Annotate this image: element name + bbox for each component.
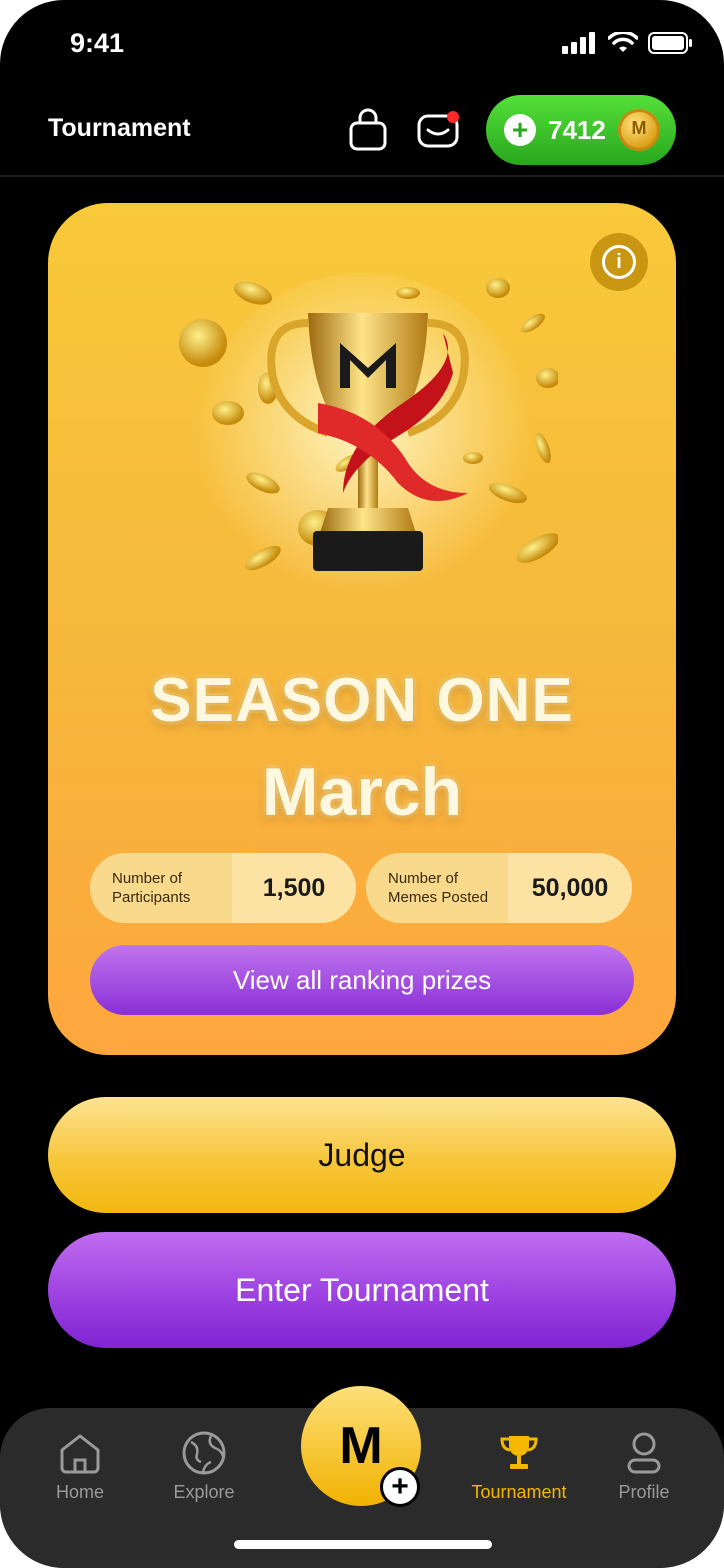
add-coins-icon: + [504, 114, 536, 146]
phone-screen: 9:41 Tournament + 7412 M i SEASON ONE Ma… [0, 0, 724, 1568]
season-title: SEASON ONE [150, 666, 574, 735]
coin-balance-button[interactable]: + 7412 [486, 95, 676, 165]
info-button[interactable]: i [590, 233, 648, 291]
coin-amount: 7412 [548, 114, 606, 145]
mailbox-icon[interactable] [416, 108, 460, 152]
shopping-bag-icon[interactable] [346, 108, 390, 152]
status-icons [562, 32, 694, 54]
tab-tournament[interactable]: Tournament [459, 1430, 579, 1503]
view-ranking-prizes-button[interactable]: View all ranking prizes [90, 945, 634, 1015]
tab-home[interactable]: Home [20, 1430, 140, 1503]
season-month: March [261, 754, 463, 830]
header-divider [0, 175, 724, 177]
stat-value: 1,500 [232, 853, 356, 923]
home-indicator [234, 1540, 492, 1549]
trophy-icon [500, 1436, 538, 1469]
trophy-illustration [179, 273, 558, 613]
tab-label: Home [55, 1482, 104, 1502]
enter-tournament-button[interactable]: Enter Tournament [48, 1232, 676, 1348]
cellular-signal-icon [562, 32, 595, 54]
memes-posted-stat: Number of Memes Posted 50,000 [366, 853, 632, 923]
status-time: 9:41 [70, 28, 125, 58]
info-icon: i [602, 245, 636, 279]
create-meme-label: M [339, 1417, 383, 1475]
globe-icon [182, 1431, 226, 1475]
user-icon [627, 1432, 661, 1474]
tab-label: Profile [618, 1482, 670, 1502]
stat-value: 50,000 [508, 853, 632, 923]
battery-icon [648, 32, 692, 54]
tab-explore[interactable]: Explore [144, 1430, 264, 1503]
participants-stat: Number of Participants 1,500 [90, 853, 356, 923]
tab-label: Tournament [471, 1482, 567, 1502]
stat-label: Number of Memes Posted [388, 870, 489, 906]
season-card: i SEASON ONE March Number of Participant… [48, 203, 676, 1055]
plus-icon: + [380, 1467, 420, 1507]
tab-label: Explore [173, 1482, 235, 1502]
home-icon [60, 1434, 100, 1474]
tab-profile[interactable]: Profile [584, 1430, 704, 1503]
wifi-icon [608, 32, 638, 52]
coin-icon [618, 109, 660, 151]
stat-label: Number of Participants [112, 870, 191, 906]
judge-button[interactable]: Judge [48, 1097, 676, 1213]
page-title: Tournament [48, 114, 191, 142]
